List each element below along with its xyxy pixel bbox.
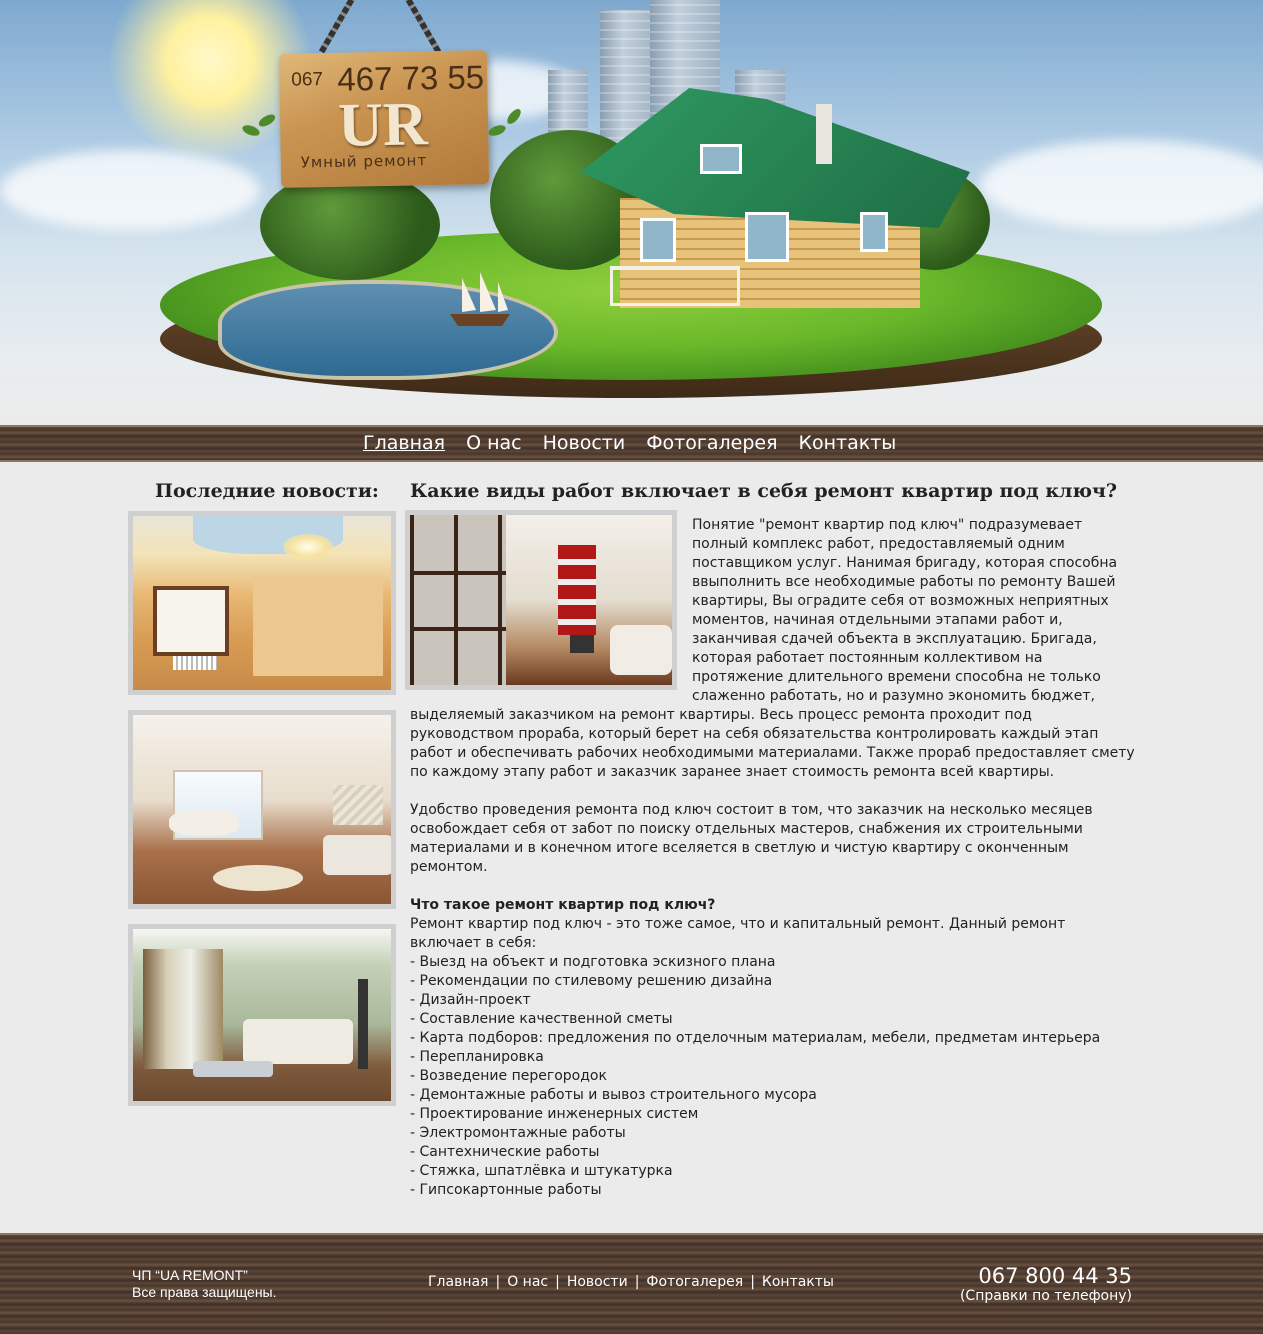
nav-link-contacts[interactable]: Контакты	[799, 432, 897, 454]
news-photo-2	[133, 715, 391, 904]
news-thumbnail[interactable]	[128, 511, 396, 695]
footer-nav-separator: |	[750, 1274, 755, 1290]
footer-nav-separator: |	[495, 1274, 501, 1290]
list-item: - Перепланировка	[410, 1049, 544, 1065]
cloud-graphic	[0, 150, 260, 230]
list-item: - Гипсокартонные работы	[410, 1182, 602, 1198]
main-nav: Главная О нас Новости Фотогалерея Контак…	[363, 432, 896, 454]
news-thumbnail[interactable]	[128, 710, 396, 909]
house-graphic	[580, 88, 970, 318]
chain-graphic	[318, 0, 356, 54]
article-title: Какие виды работ включает в себя ремонт …	[410, 480, 1117, 502]
list-item: - Выезд на объект и подготовка эскизного…	[410, 954, 776, 970]
footer-nav-separator: |	[555, 1274, 560, 1290]
list-item: - Сантехнические работы	[410, 1144, 600, 1160]
list-item: - Проектирование инженерных систем	[410, 1106, 699, 1122]
header-banner: 067 467 73 55 UR Умный ремонт	[0, 0, 1263, 425]
footer-phone-block: 067 800 44 35 (Справки по телефону)	[960, 1264, 1132, 1304]
footer-link-about[interactable]: О нас	[507, 1274, 548, 1290]
news-photo-3	[133, 929, 391, 1101]
leaf-icon	[487, 123, 507, 138]
footer-nav-separator: |	[634, 1274, 640, 1290]
footer-link-gallery[interactable]: Фотогалерея	[646, 1274, 743, 1290]
footer-link-home[interactable]: Главная	[428, 1274, 488, 1290]
list-item: - Дизайн-проект	[410, 992, 531, 1008]
ship-graphic	[450, 272, 510, 326]
nav-link-news[interactable]: Новости	[543, 432, 626, 454]
list-item: - Возведение перегородок	[410, 1068, 607, 1084]
list-item: - Стяжка, шпатлёвка и штукатурка	[410, 1163, 673, 1179]
list-item: - Составление качественной сметы	[410, 1011, 673, 1027]
list-item: - Рекомендации по стилевому решению диза…	[410, 973, 773, 989]
article-paragraph-2: Удобство проведения ремонта под ключ сос…	[410, 802, 1093, 875]
list-item: - Карта подборов: предложения по отделоч…	[410, 1030, 1101, 1046]
footer-nav: Главная | О нас | Новости | Фотогалерея | Контак…	[428, 1274, 834, 1290]
footer-phone: 067 800 44 35	[978, 1264, 1132, 1288]
cloud-graphic	[980, 140, 1263, 230]
footer-phone-note: (Справки по телефону)	[959, 1288, 1132, 1304]
article-question-intro: Ремонт квартир под ключ - это тоже самое…	[410, 916, 1066, 951]
news-photo-1	[133, 516, 391, 690]
news-thumbnail[interactable]	[128, 924, 396, 1106]
article-body: Понятие "ремонт квартир под ключ" подраз…	[410, 516, 1135, 1200]
sign-phone-prefix: 067	[291, 69, 324, 91]
chain-graphic	[404, 0, 442, 54]
logo-sign[interactable]: 067 467 73 55 UR Умный ремонт	[278, 50, 490, 188]
article-question-title: Что такое ремонт квартир под ключ?	[410, 897, 716, 913]
services-list: - Выезд на объект и подготовка эскизного…	[410, 953, 1135, 1200]
sidebar-title: Последние новости:	[155, 480, 379, 502]
footer-rights: Все права защищены.	[132, 1284, 277, 1300]
list-item: - Электромонтажные работы	[410, 1125, 626, 1141]
footer-company: ЧП “UA REMONT” Все права защищены.	[132, 1267, 277, 1301]
footer-link-news[interactable]: Новости	[567, 1274, 628, 1290]
footer-company-name: ЧП “UA REMONT”	[132, 1267, 248, 1283]
list-item: - Демонтажные работы и вывоз строительно…	[410, 1087, 817, 1103]
nav-link-about[interactable]: О нас	[466, 432, 522, 454]
footer-link-contacts[interactable]: Контакты	[762, 1274, 834, 1290]
nav-link-home[interactable]: Главная	[363, 432, 445, 454]
logo-tagline: Умный ремонт	[300, 151, 428, 172]
nav-link-gallery[interactable]: Фотогалерея	[646, 432, 777, 454]
